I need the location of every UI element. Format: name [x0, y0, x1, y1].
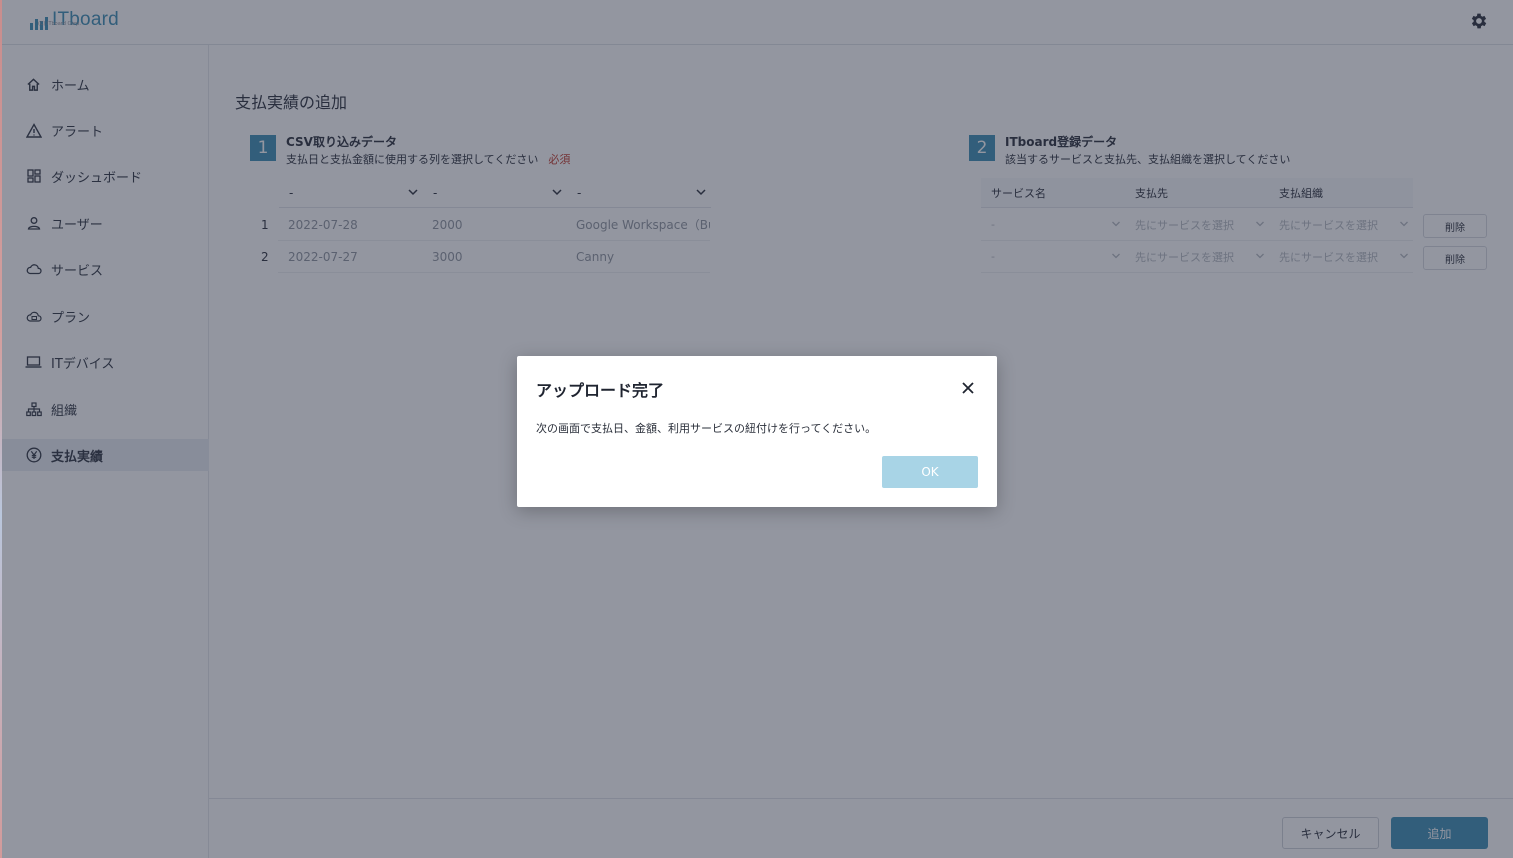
window-edge: [0, 0, 2, 858]
dialog-title: アップロード完了: [536, 381, 665, 400]
close-icon[interactable]: [960, 380, 976, 396]
ok-button[interactable]: OK: [882, 456, 978, 488]
upload-complete-dialog: アップロード完了 次の画面で支払日、金額、利用サービスの紐付けを行ってください。…: [517, 356, 997, 507]
dialog-message: 次の画面で支払日、金額、利用サービスの紐付けを行ってください。: [536, 422, 877, 435]
